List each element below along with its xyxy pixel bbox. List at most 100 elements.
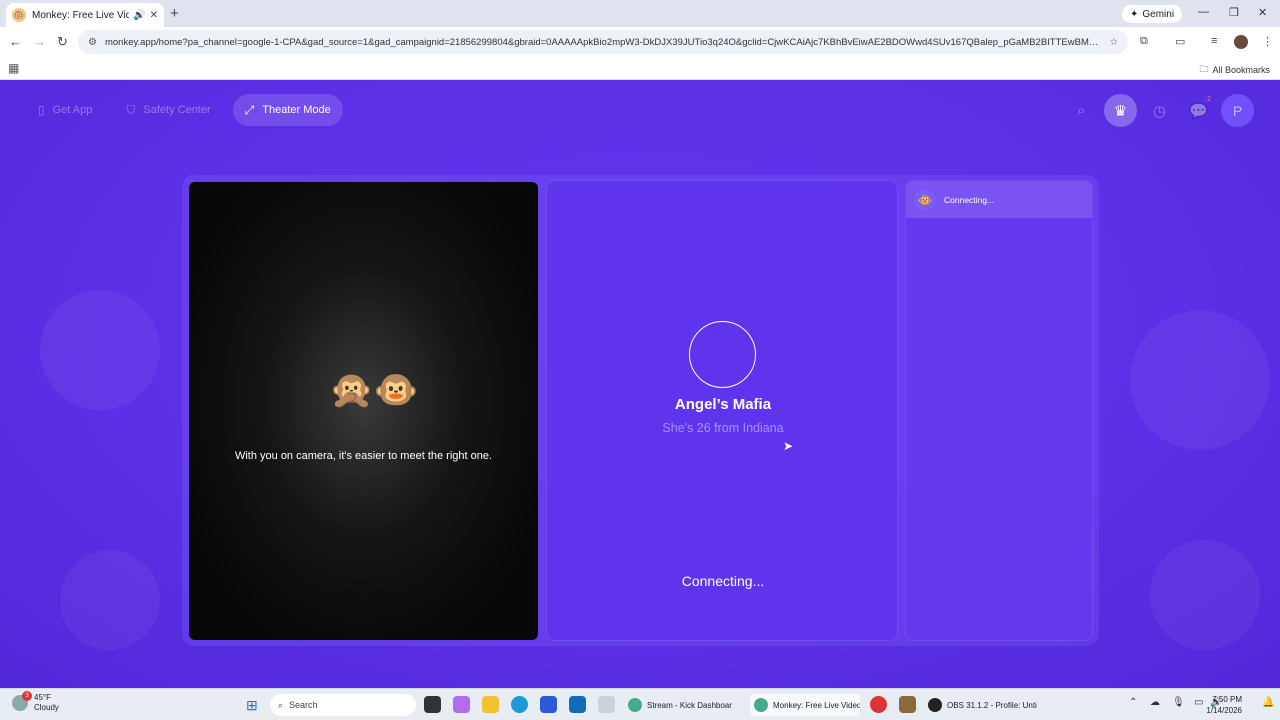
gemini-label: Gemini <box>1142 8 1175 20</box>
background-blob <box>1130 310 1270 450</box>
reload-icon[interactable]: ↻ <box>57 34 68 50</box>
back-icon[interactable]: ← <box>9 34 22 49</box>
mouse-cursor-icon: ➤ <box>783 439 794 453</box>
all-bookmarks-label: All Bookmarks <box>1212 65 1270 75</box>
search-icon[interactable]: ⌕ <box>1065 94 1098 127</box>
search-icon: ⌕ <box>278 699 284 710</box>
close-window-icon[interactable]: ✕ <box>1258 6 1267 19</box>
folder-icon: 🗀 <box>1199 64 1209 74</box>
background-blob <box>60 550 160 650</box>
chat-status: Connecting... <box>944 194 995 205</box>
restore-icon[interactable]: ❐ <box>1229 6 1239 19</box>
app-monkey-icon[interactable] <box>899 696 916 713</box>
site-info-icon[interactable]: ⚙ <box>88 37 97 48</box>
monkey-avatar-icon: 🐵 <box>914 188 936 211</box>
clock-date: 1/14/2026 <box>1206 706 1242 715</box>
match-panel: Angel’s Mafia She's 26 from Indiana Conn… <box>546 180 898 641</box>
gemini-button[interactable]: ✦ Gemini <box>1122 5 1183 23</box>
task-label: OBS 31.1.2 - Profile: Unti <box>947 700 1037 710</box>
get-app-button[interactable]: ▯ Get App <box>26 94 104 126</box>
cast-icon[interactable]: ▭ <box>1175 35 1185 48</box>
taskbar-search-label: Search <box>289 700 318 710</box>
all-bookmarks[interactable]: 🗀 All Bookmarks <box>1199 62 1270 78</box>
bookmark-star-icon[interactable]: ☆ <box>1109 37 1118 48</box>
task-label: Stream - Kick Dashboar <box>647 700 732 710</box>
phone-icon: ▯ <box>38 103 45 117</box>
edge-icon[interactable] <box>511 696 528 713</box>
crown-icon[interactable]: ♛ <box>1104 94 1137 127</box>
cloud-sync-icon[interactable]: ☁ <box>1150 697 1160 708</box>
address-bar[interactable]: ⚙ monkey.app/home?pa_channel=google-1-CP… <box>78 30 1128 54</box>
chrome-icon <box>754 698 768 712</box>
new-tab-button[interactable]: + <box>170 5 179 22</box>
speaker-icon[interactable]: 🔊 <box>133 10 145 21</box>
chat-icon[interactable]: 💬 2 <box>1182 94 1215 127</box>
camera-message: With you on camera, it's easier to meet … <box>234 450 493 462</box>
apps-grid-icon[interactable]: ▦ <box>8 61 19 75</box>
monkey-favicon-icon: 🐵 <box>12 8 26 22</box>
outlook-icon[interactable] <box>569 696 586 713</box>
weather-widget[interactable]: 3 45°F Cloudy <box>12 691 59 713</box>
chat-header: 🐵 Connecting... <box>906 181 1092 218</box>
match-subtitle: She's 26 from Indiana <box>662 421 784 435</box>
match-name: Angel’s Mafia <box>674 396 772 413</box>
media-icon[interactable]: ≡ <box>1211 35 1217 47</box>
task-kick-dashboard[interactable]: Stream - Kick Dashboar <box>628 694 738 716</box>
task-view-icon[interactable] <box>424 696 441 713</box>
theater-mode-button[interactable]: ⤢ Theater Mode <box>232 94 343 126</box>
browser-toolbar: ← → ↻ ⚙ monkey.app/home?pa_channel=googl… <box>0 27 1280 57</box>
close-tab-icon[interactable]: ✕ <box>150 10 158 21</box>
top-nav: ▯ Get App ⛉ Safety Center ⤢ Theater Mode <box>26 94 343 126</box>
profile-avatar[interactable]: P <box>1221 94 1254 127</box>
taskbar-search[interactable]: ⌕ Search <box>270 694 416 716</box>
chat-badge: 2 <box>1207 96 1211 103</box>
get-app-label: Get App <box>52 104 93 116</box>
notification-bell-icon[interactable]: 🔔 <box>1262 697 1274 708</box>
windows-taskbar: 3 45°F Cloudy ⊞ ⌕ Search Stream - Kick D… <box>0 688 1280 720</box>
history-icon[interactable]: ◷ <box>1143 94 1176 127</box>
safety-center-label: Safety Center <box>143 104 211 116</box>
top-right-actions: ⌕ ♛ ◷ 💬 2 P <box>1065 94 1254 127</box>
browser-tab[interactable]: 🐵 Monkey: Free Live Video Ch 🔊 ✕ <box>6 3 164 27</box>
chrome-icon <box>628 698 642 712</box>
self-camera-panel: 🙊🐵 With you on camera, it's easier to me… <box>189 182 538 640</box>
chevron-up-icon[interactable]: ⌃ <box>1129 697 1137 708</box>
browser-tab-bar: 🐵 Monkey: Free Live Video Ch 🔊 ✕ + ✦ Gem… <box>0 0 1280 27</box>
shield-icon: ⛉ <box>126 102 136 117</box>
weather-badge: 3 <box>22 691 32 701</box>
url-text: monkey.app/home?pa_channel=google-1-CPA&… <box>104 36 1102 48</box>
extensions-icon[interactable]: ⧉ <box>1140 35 1148 48</box>
microphone-icon[interactable]: 🎙 <box>1172 697 1185 708</box>
background-blob <box>1150 540 1260 650</box>
app-icon[interactable] <box>598 696 615 713</box>
cloud-icon: 3 <box>12 691 32 711</box>
theater-mode-label: Theater Mode <box>262 104 331 116</box>
system-clock[interactable]: 7:50 PM 1/14/2026 <box>1206 694 1242 716</box>
app-red-icon[interactable] <box>870 696 887 713</box>
sparkle-icon: ✦ <box>1130 8 1139 20</box>
file-explorer-icon[interactable] <box>482 696 499 713</box>
store-icon[interactable] <box>540 696 557 713</box>
bookmarks-bar: ▦ 🗀 All Bookmarks <box>0 57 1280 80</box>
background-blob <box>40 290 160 410</box>
task-obs[interactable]: OBS 31.1.2 - Profile: Unti <box>928 694 1048 716</box>
monkeys-camera-icon: 🙊🐵 <box>329 369 419 410</box>
windows-start-icon[interactable]: ⊞ <box>246 697 258 714</box>
match-avatar <box>689 321 756 388</box>
chat-panel: 🐵 Connecting... <box>905 180 1093 641</box>
copilot-icon[interactable] <box>453 696 470 713</box>
obs-icon <box>928 698 942 712</box>
minimize-icon[interactable]: — <box>1198 6 1209 18</box>
weather-desc: Cloudy <box>34 703 59 712</box>
forward-icon[interactable]: → <box>33 34 46 49</box>
browser-profile-avatar[interactable] <box>1234 35 1248 49</box>
expand-icon: ⤢ <box>244 102 255 117</box>
task-label: Monkey: Free Live Vided <box>773 700 860 710</box>
safety-center-button[interactable]: ⛉ Safety Center <box>114 94 222 126</box>
clock-time: 7:50 PM <box>1212 695 1242 704</box>
match-status: Connecting... <box>681 573 765 589</box>
task-monkey[interactable]: Monkey: Free Live Vided <box>750 694 860 716</box>
menu-icon[interactable]: ⋮ <box>1262 35 1273 48</box>
network-icon[interactable]: ▭ <box>1194 697 1203 708</box>
weather-temp: 45°F <box>34 693 51 702</box>
